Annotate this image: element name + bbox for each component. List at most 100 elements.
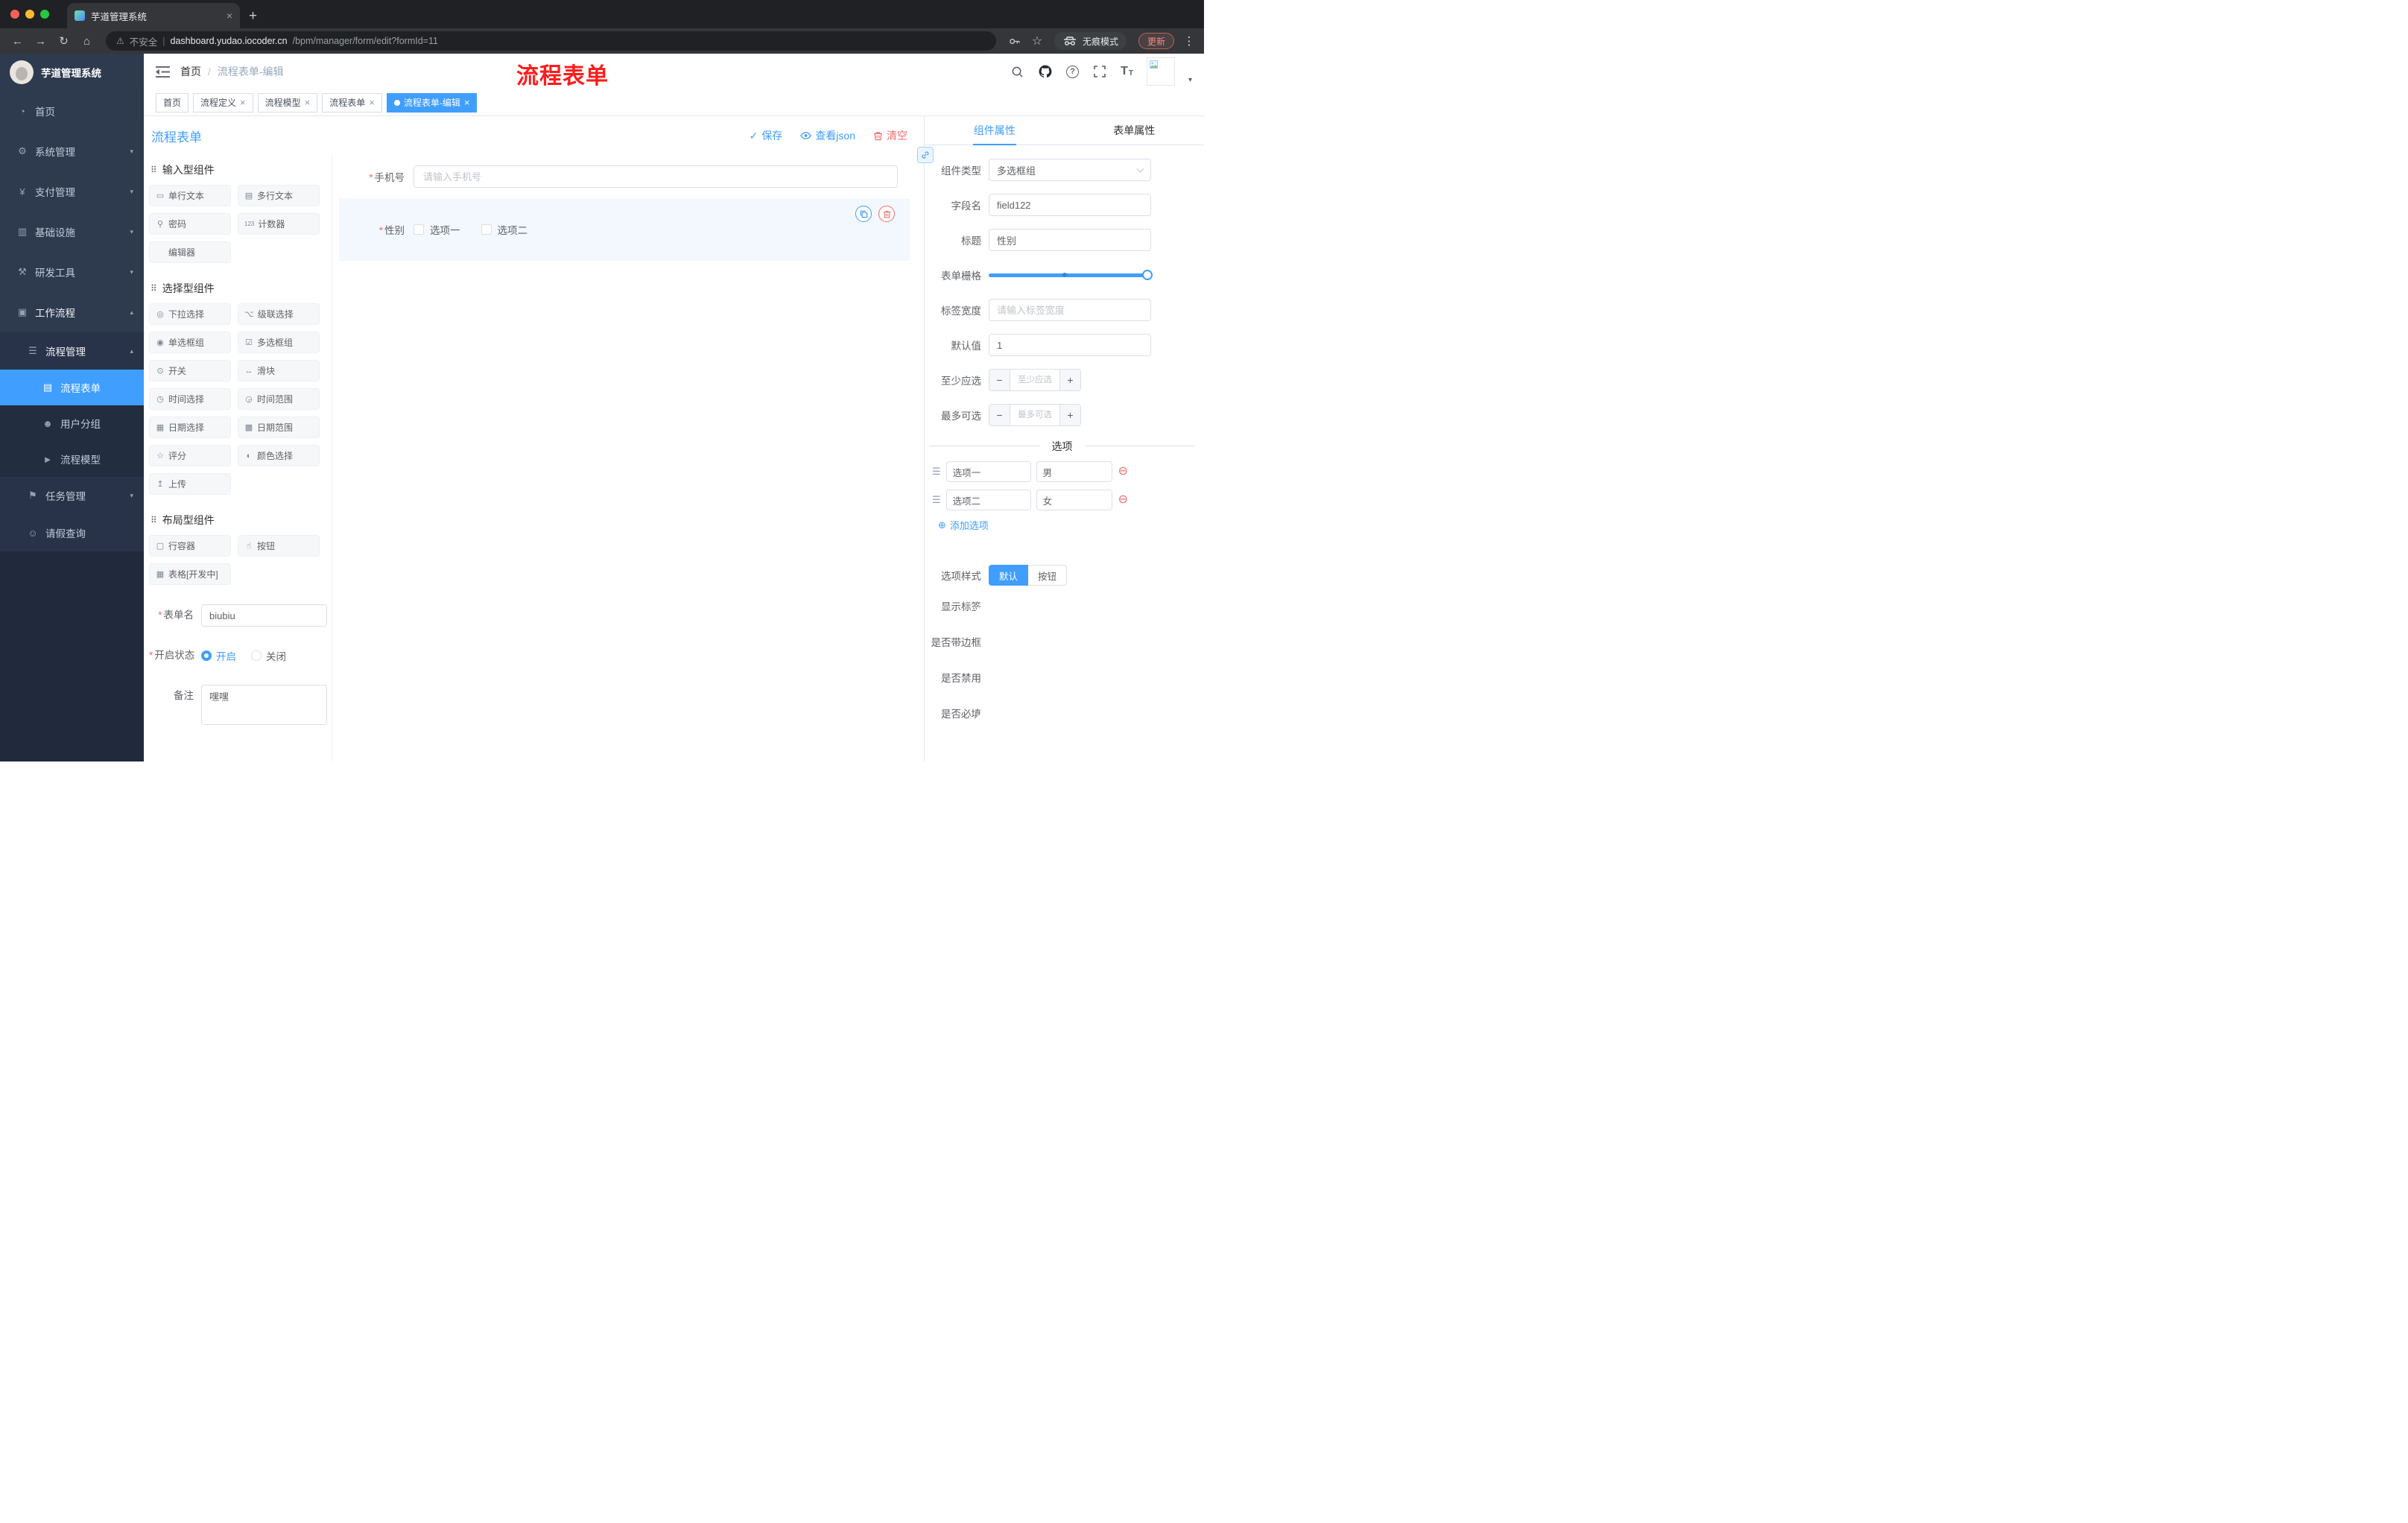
drag-handle-icon[interactable]: ☰ bbox=[932, 494, 941, 506]
reload-icon[interactable]: ↻ bbox=[54, 34, 74, 48]
decrease-button[interactable]: − bbox=[989, 405, 1010, 425]
palette-item-cascader[interactable]: ⌥ 级联选择 bbox=[238, 303, 320, 325]
palette-item-row-container[interactable]: ▢ 行容器 bbox=[149, 535, 231, 557]
tag-process-form[interactable]: 流程表单 × bbox=[322, 92, 382, 113]
window-close-button[interactable] bbox=[10, 10, 19, 19]
option1-label-input[interactable] bbox=[945, 461, 1031, 482]
link-affix-button[interactable] bbox=[917, 147, 934, 163]
avatar-caret-icon[interactable]: ▾ bbox=[1188, 76, 1192, 84]
palette-item-multi-text[interactable]: ▤ 多行文本 bbox=[238, 185, 320, 206]
sidebar-item-process-form[interactable]: ▤ 流程表单 bbox=[0, 370, 144, 405]
tag-process-definition[interactable]: 流程定义 × bbox=[193, 92, 253, 113]
fullscreen-icon[interactable] bbox=[1092, 64, 1107, 79]
github-icon[interactable] bbox=[1038, 64, 1053, 79]
palette-item-time-picker[interactable]: ◷ 时间选择 bbox=[149, 388, 231, 410]
palette-item-button[interactable]: ☝ 按钮 bbox=[238, 535, 320, 557]
palette-item-single-text[interactable]: ▭ 单行文本 bbox=[149, 185, 231, 206]
selected-widget-gender[interactable]: * 性别 选项一 选项二 bbox=[339, 198, 910, 261]
window-minimize-button[interactable] bbox=[25, 10, 34, 19]
option1-value-input[interactable] bbox=[1036, 461, 1112, 482]
palette-item-time-range[interactable]: ◶ 时间范围 bbox=[238, 388, 320, 410]
add-option-button[interactable]: ⊕ 添加选项 bbox=[938, 518, 1195, 532]
clear-button[interactable]: 清空 bbox=[873, 128, 907, 143]
palette-item-editor[interactable]: 编辑器 bbox=[149, 241, 231, 263]
increase-button[interactable]: + bbox=[1059, 370, 1080, 390]
palette-item-radio-group[interactable]: ◉ 单选框组 bbox=[149, 332, 231, 353]
max-select-input[interactable] bbox=[1010, 405, 1059, 425]
style-button-button[interactable]: 按钮 bbox=[1028, 565, 1068, 586]
forward-icon[interactable]: → bbox=[31, 35, 51, 48]
sidebar-item-user-group[interactable]: ☻ 用户分组 bbox=[0, 405, 144, 441]
sidebar-item-infrastructure[interactable]: ▥ 基础设施 ▾ bbox=[0, 212, 144, 252]
status-off-radio[interactable] bbox=[251, 650, 262, 661]
palette-item-select[interactable]: ◎ 下拉选择 bbox=[149, 303, 231, 325]
status-on-radio[interactable] bbox=[201, 650, 212, 661]
option2-label-input[interactable] bbox=[945, 490, 1031, 510]
increase-button[interactable]: + bbox=[1059, 405, 1080, 425]
palette-item-switch[interactable]: ⊙ 开关 bbox=[149, 360, 231, 381]
tag-close-icon[interactable]: × bbox=[369, 98, 375, 107]
label-width-input[interactable] bbox=[989, 299, 1151, 321]
bookmark-star-icon[interactable]: ☆ bbox=[1027, 34, 1047, 48]
decrease-button[interactable]: − bbox=[989, 370, 1010, 390]
browser-tab[interactable]: 芋道管理系统 × bbox=[67, 3, 240, 28]
help-icon[interactable]: ? bbox=[1066, 65, 1080, 78]
hamburger-icon[interactable] bbox=[156, 66, 170, 78]
sidebar-item-home[interactable]: ◔ 首页 bbox=[0, 91, 144, 131]
save-button[interactable]: ✓ 保存 bbox=[750, 128, 783, 143]
tag-close-icon[interactable]: × bbox=[305, 98, 311, 107]
status-on-label[interactable]: 开启 bbox=[216, 648, 236, 663]
tab-close-icon[interactable]: × bbox=[226, 10, 232, 21]
tag-process-form-edit[interactable]: 流程表单-编辑 × bbox=[386, 92, 478, 113]
form-grid-slider[interactable] bbox=[989, 264, 1153, 286]
gender-option1-label[interactable]: 选项一 bbox=[430, 222, 460, 237]
breadcrumb-home[interactable]: 首页 bbox=[180, 64, 201, 79]
gender-option2-label[interactable]: 选项二 bbox=[498, 222, 528, 237]
form-name-input[interactable] bbox=[201, 604, 327, 627]
default-value-input[interactable] bbox=[989, 334, 1151, 356]
sidebar-item-task-management[interactable]: ⚑ 任务管理 ▾ bbox=[0, 477, 144, 514]
palette-item-date-range[interactable]: ▩ 日期范围 bbox=[238, 417, 320, 438]
component-type-select[interactable]: 多选框组 bbox=[989, 159, 1151, 181]
remove-option-icon[interactable]: ⊖ bbox=[1118, 494, 1128, 506]
palette-item-counter[interactable]: 123 计数器 bbox=[238, 213, 320, 235]
delete-widget-button[interactable] bbox=[878, 206, 895, 222]
font-size-icon[interactable]: TT bbox=[1121, 66, 1133, 77]
palette-item-checkbox-group[interactable]: ☑ 多选框组 bbox=[238, 332, 320, 353]
sidebar-item-system[interactable]: ⚙ 系统管理 ▾ bbox=[0, 131, 144, 171]
sidebar-item-process-model[interactable]: ► 流程模型 bbox=[0, 441, 144, 477]
sidebar-item-devtools[interactable]: ⚒ 研发工具 ▾ bbox=[0, 252, 144, 292]
new-tab-button[interactable]: + bbox=[249, 9, 257, 23]
tag-process-model[interactable]: 流程模型 × bbox=[257, 92, 318, 113]
status-off-label[interactable]: 关闭 bbox=[266, 648, 286, 663]
tag-home[interactable]: 首页 bbox=[156, 92, 189, 113]
sidebar-item-process-management[interactable]: ☰ 流程管理 ▴ bbox=[0, 332, 144, 370]
address-bar[interactable]: ⚠ 不安全 | dashboard.yudao.iocoder.cn/bpm/m… bbox=[106, 31, 996, 51]
option2-value-input[interactable] bbox=[1036, 490, 1112, 510]
remark-textarea[interactable]: 嘿嘿 bbox=[201, 685, 327, 725]
palette-item-slider[interactable]: ↔ 滑块 bbox=[238, 360, 320, 381]
sidebar-item-payment[interactable]: ¥ 支付管理 ▾ bbox=[0, 171, 144, 212]
field-name-input[interactable] bbox=[989, 194, 1151, 216]
sidebar-item-workflow[interactable]: ▣ 工作流程 ▴ bbox=[0, 292, 144, 332]
slider-handle[interactable] bbox=[1142, 270, 1153, 280]
back-icon[interactable]: ← bbox=[7, 35, 28, 48]
palette-item-color-picker[interactable]: ◐ 颜色选择 bbox=[238, 445, 320, 466]
min-select-input[interactable] bbox=[1010, 370, 1059, 390]
view-json-button[interactable]: 查看json bbox=[800, 128, 855, 143]
tab-component-props[interactable]: 组件属性 bbox=[925, 116, 1065, 145]
home-icon[interactable]: ⌂ bbox=[77, 35, 97, 48]
sidebar-logo[interactable]: 芋道管理系统 bbox=[0, 54, 144, 91]
update-button[interactable]: 更新 bbox=[1138, 33, 1174, 49]
window-maximize-button[interactable] bbox=[40, 10, 49, 19]
copy-widget-button[interactable] bbox=[855, 206, 872, 222]
palette-item-rate[interactable]: ☆ 评分 bbox=[149, 445, 231, 466]
tag-close-icon[interactable]: × bbox=[464, 98, 470, 107]
phone-input[interactable] bbox=[414, 165, 898, 188]
sidebar-item-leave-query[interactable]: ☺ 请假查询 bbox=[0, 514, 144, 551]
remove-option-icon[interactable]: ⊖ bbox=[1118, 466, 1128, 478]
gender-option2-checkbox[interactable] bbox=[481, 224, 492, 235]
palette-item-password[interactable]: ⚲ 密码 bbox=[149, 213, 231, 235]
avatar[interactable] bbox=[1146, 57, 1175, 86]
palette-item-date-picker[interactable]: ▦ 日期选择 bbox=[149, 417, 231, 438]
